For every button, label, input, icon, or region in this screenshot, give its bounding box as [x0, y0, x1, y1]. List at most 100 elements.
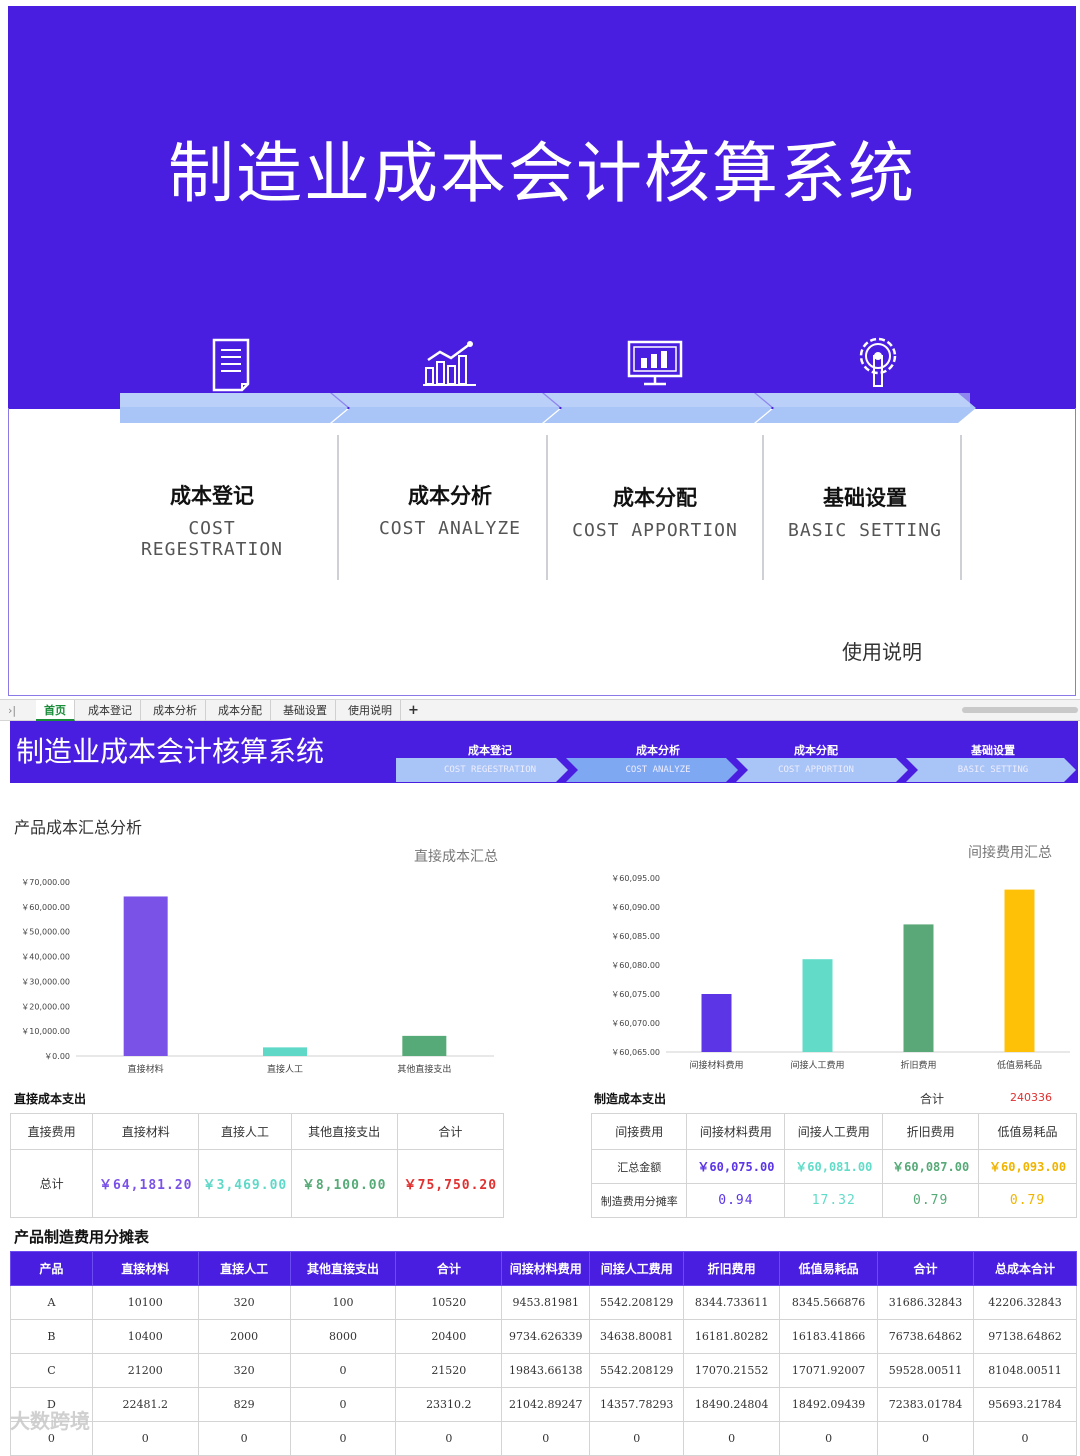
bar-1[interactable] [701, 994, 732, 1052]
consumables-amount[interactable]: ￥60,093.00 [978, 1149, 1077, 1184]
bar-3[interactable] [903, 924, 934, 1052]
value-cell[interactable]: 19843.66138 [501, 1353, 591, 1388]
menu-card-subtitle: COST APPORTION [572, 520, 738, 541]
value-cell[interactable]: 9734.626339 [501, 1319, 591, 1354]
indirect-material-rate[interactable]: 0.94 [686, 1183, 786, 1218]
direct-labor-total[interactable]: ￥3,469.00 [198, 1149, 292, 1218]
value-cell[interactable]: 59528.00511 [877, 1353, 974, 1388]
tab-help[interactable]: 使用说明 [340, 700, 401, 721]
value-cell[interactable]: 10100 [91, 1285, 199, 1320]
value-cell[interactable]: 22481.2 [91, 1387, 199, 1422]
value-cell[interactable]: 5542.208129 [589, 1353, 685, 1388]
value-cell[interactable]: 0 [501, 1421, 591, 1456]
bar-3[interactable] [402, 1035, 447, 1056]
bar-4[interactable] [1004, 889, 1035, 1052]
value-cell[interactable]: 100 [289, 1285, 397, 1320]
value-cell[interactable]: 0 [683, 1421, 781, 1456]
value-cell[interactable]: 21042.89247 [501, 1387, 591, 1422]
tab-cost-apportion[interactable]: 成本分配 [210, 700, 271, 721]
value-cell[interactable]: 17071.92007 [779, 1353, 879, 1388]
value-cell[interactable]: 0 [289, 1353, 397, 1388]
menu-card-title: 基础设置 [823, 486, 907, 510]
value-cell[interactable]: 17070.21552 [683, 1353, 781, 1388]
value-cell[interactable]: 0 [395, 1421, 503, 1456]
indirect-cost-chart: ￥60,095.00 ￥60,090.00 ￥60,085.00 ￥60,080.00… [611, 874, 1070, 1071]
indirect-labor-rate[interactable]: 17.32 [784, 1183, 884, 1218]
value-cell[interactable]: 18492.09439 [779, 1387, 879, 1422]
dash-nav-cost-apportion[interactable]: 成本分配 COST APPORTION [736, 742, 896, 775]
menu-card-basic-setting[interactable]: 基础设置 BASIC SETTING [765, 482, 965, 541]
consumables-rate[interactable]: 0.79 [978, 1183, 1077, 1218]
value-cell[interactable]: 0 [877, 1421, 974, 1456]
value-cell[interactable]: 0 [589, 1421, 685, 1456]
product-cell[interactable]: A [10, 1285, 93, 1320]
value-cell[interactable]: 5542.208129 [589, 1285, 685, 1320]
value-cell[interactable]: 20400 [395, 1319, 503, 1354]
tab-cost-registration[interactable]: 成本登记 [80, 700, 141, 721]
value-cell[interactable]: 0 [197, 1421, 291, 1456]
value-cell[interactable]: 320 [197, 1353, 291, 1388]
indirect-total-value[interactable]: 240336 [1010, 1091, 1052, 1104]
indirect-material-amount[interactable]: ￥60,075.00 [686, 1149, 786, 1184]
value-cell[interactable]: 23310.2 [395, 1387, 503, 1422]
value-cell[interactable]: 8000 [289, 1319, 397, 1354]
horizontal-scrollbar[interactable] [962, 707, 1078, 713]
value-cell[interactable]: 9453.81981 [501, 1285, 591, 1320]
menu-card-cost-apportion[interactable]: 成本分配 COST APPORTION [555, 482, 755, 541]
value-cell[interactable]: 8345.566876 [779, 1285, 879, 1320]
value-cell[interactable]: 16183.41866 [779, 1319, 879, 1354]
direct-material-total[interactable]: ￥64,181.20 [92, 1149, 200, 1218]
value-cell[interactable]: 21200 [91, 1353, 199, 1388]
first-sheet-arrow-icon[interactable]: ›| [0, 700, 24, 721]
help-link[interactable]: 使用说明 [842, 636, 922, 665]
bar-2[interactable] [802, 959, 833, 1052]
value-cell[interactable]: 21520 [395, 1353, 503, 1388]
tab-cost-analyze[interactable]: 成本分析 [145, 700, 206, 721]
bar-1[interactable] [123, 896, 168, 1056]
value-cell[interactable]: 2000 [197, 1319, 291, 1354]
depreciation-rate[interactable]: 0.79 [882, 1183, 980, 1218]
col-header: 间接材料费用 [501, 1251, 591, 1286]
dash-nav-cost-analyze[interactable]: 成本分析 COST ANALYZE [578, 742, 738, 775]
tab-home[interactable]: 首页 [36, 700, 75, 721]
menu-card-cost-registration[interactable]: 成本登记 COST REGESTRATION [112, 480, 312, 560]
add-sheet-button[interactable]: + [400, 700, 427, 721]
value-cell[interactable]: 829 [197, 1387, 291, 1422]
tab-basic-setting[interactable]: 基础设置 [275, 700, 336, 721]
value-cell[interactable]: 76738.64862 [877, 1319, 974, 1354]
value-cell[interactable]: 16181.80282 [683, 1319, 781, 1354]
dash-nav-basic-setting[interactable]: 基础设置 BASIC SETTING [913, 742, 1073, 775]
value-cell[interactable]: 34638.80081 [589, 1319, 685, 1354]
value-cell[interactable]: 0 [972, 1421, 1078, 1456]
document-icon[interactable] [208, 336, 258, 396]
value-cell[interactable]: 18490.24804 [683, 1387, 781, 1422]
indirect-labor-amount[interactable]: ￥60,081.00 [784, 1149, 884, 1184]
value-cell[interactable]: 10400 [91, 1319, 199, 1354]
menu-divider [960, 435, 962, 580]
bar-2[interactable] [263, 1047, 307, 1056]
value-cell[interactable]: 42206.32843 [972, 1285, 1078, 1320]
other-direct-total[interactable]: ￥8,100.00 [290, 1149, 398, 1218]
dash-nav-cost-registration[interactable]: 成本登记 COST REGESTRATION [410, 742, 570, 775]
value-cell[interactable]: 97138.64862 [972, 1319, 1078, 1354]
direct-grand-total[interactable]: ￥75,750.20 [396, 1149, 505, 1218]
gear-icon[interactable] [852, 334, 904, 394]
value-cell[interactable]: 81048.00511 [972, 1353, 1078, 1388]
bar-chart-icon[interactable] [422, 338, 478, 392]
menu-card-cost-analyze[interactable]: 成本分析 COST ANALYZE [350, 480, 550, 539]
product-cell[interactable]: B [10, 1319, 93, 1354]
value-cell[interactable]: 0 [289, 1387, 397, 1422]
value-cell[interactable]: 72383.01784 [877, 1387, 974, 1422]
value-cell[interactable]: 0 [289, 1421, 397, 1456]
monitor-chart-icon[interactable] [627, 338, 683, 392]
value-cell[interactable]: 95693.21784 [972, 1387, 1078, 1422]
value-cell[interactable]: 31686.32843 [877, 1285, 974, 1320]
value-cell[interactable]: 0 [91, 1421, 199, 1456]
value-cell[interactable]: 0 [779, 1421, 879, 1456]
value-cell[interactable]: 14357.78293 [589, 1387, 685, 1422]
value-cell[interactable]: 10520 [395, 1285, 503, 1320]
depreciation-amount[interactable]: ￥60,087.00 [882, 1149, 980, 1184]
value-cell[interactable]: 8344.733611 [683, 1285, 781, 1320]
product-cell[interactable]: C [10, 1353, 93, 1388]
value-cell[interactable]: 320 [197, 1285, 291, 1320]
